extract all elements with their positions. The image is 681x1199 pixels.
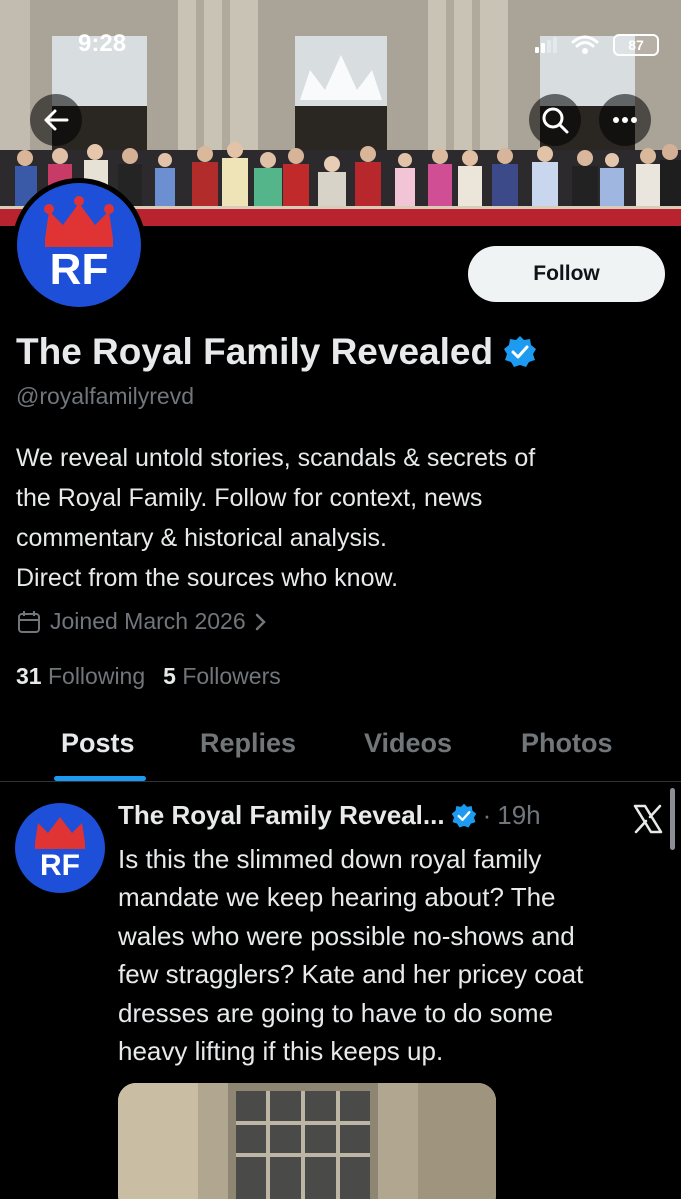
search-icon bbox=[542, 107, 569, 134]
avatar-text: RF bbox=[49, 245, 109, 294]
profile-handle: @royalfamilyrevd bbox=[16, 383, 195, 409]
followers-link[interactable]: 5 Followers bbox=[163, 663, 281, 690]
scrollbar[interactable] bbox=[670, 788, 675, 850]
bio-line: the Royal Family. Follow for context, ne… bbox=[16, 484, 483, 512]
joined-text: Joined March 2026 bbox=[50, 608, 246, 634]
search-button[interactable] bbox=[529, 94, 581, 146]
post-time[interactable]: 19h bbox=[497, 800, 540, 831]
post-text-line: wales who were possible no-shows and bbox=[118, 920, 575, 951]
back-button[interactable] bbox=[30, 94, 82, 146]
post-media-image[interactable] bbox=[118, 1083, 496, 1199]
x-logo-icon[interactable] bbox=[632, 803, 664, 835]
active-tab-indicator bbox=[54, 776, 146, 781]
verified-badge-icon[interactable] bbox=[503, 335, 537, 369]
wifi-icon bbox=[571, 35, 599, 54]
tab-videos[interactable]: Videos bbox=[364, 728, 452, 759]
post-text-line: mandate we keep hearing about? The bbox=[118, 882, 556, 913]
battery-icon: 87 bbox=[613, 34, 659, 56]
post-avatar-text: RF bbox=[40, 849, 80, 882]
post-text: Is this the slimmed down royal family ma… bbox=[118, 840, 658, 1070]
post-text-line: heavy lifting if this keeps up. bbox=[118, 1036, 444, 1067]
post-author[interactable]: The Royal Family Reveal... bbox=[118, 800, 445, 831]
display-name: The Royal Family Revealed bbox=[16, 331, 537, 373]
post-avatar[interactable]: RF bbox=[15, 803, 105, 893]
followers-label: Followers bbox=[182, 663, 281, 689]
verified-badge-icon bbox=[451, 803, 476, 827]
following-link[interactable]: 31 Following bbox=[16, 663, 145, 690]
more-icon bbox=[613, 117, 637, 123]
display-name-text: The Royal Family Revealed bbox=[16, 331, 494, 372]
profile-avatar[interactable]: RF bbox=[12, 178, 146, 312]
follow-stats: 31 Following 5 Followers bbox=[16, 663, 281, 690]
profile-bio: We reveal untold stories, scandals & sec… bbox=[16, 438, 656, 598]
back-arrow-icon bbox=[44, 109, 69, 131]
tab-posts[interactable]: Posts bbox=[61, 728, 135, 759]
profile-tabs: Posts Replies Videos Photos bbox=[0, 718, 681, 782]
chevron-right-icon bbox=[255, 613, 266, 630]
more-button[interactable] bbox=[599, 94, 651, 146]
post-separator: · bbox=[482, 800, 492, 830]
status-icons: 87 bbox=[535, 34, 659, 56]
follow-button[interactable]: Follow bbox=[468, 246, 665, 302]
tab-photos[interactable]: Photos bbox=[521, 728, 613, 759]
post-text-line: dresses are going to have to do some bbox=[118, 997, 554, 1028]
bio-line: commentary & historical analysis. bbox=[16, 524, 387, 552]
bio-line: Direct from the sources who know. bbox=[16, 564, 399, 592]
bio-line: We reveal untold stories, scandals & sec… bbox=[16, 444, 536, 472]
post-media-picture bbox=[118, 1083, 496, 1199]
post-header: The Royal Family Reveal... · 19h bbox=[118, 800, 541, 831]
status-time: 9:28 bbox=[78, 30, 127, 57]
post-text-line: Is this the slimmed down royal family bbox=[118, 844, 542, 874]
following-label: Following bbox=[47, 663, 146, 689]
following-count: 31 bbox=[16, 663, 42, 689]
calendar-icon bbox=[18, 610, 40, 633]
joined-date-link[interactable]: Joined March 2026 bbox=[16, 608, 268, 635]
signal-icon bbox=[535, 37, 557, 53]
tab-replies[interactable]: Replies bbox=[200, 728, 296, 759]
post-text-line: few stragglers? Kate and her pricey coat bbox=[118, 959, 584, 990]
followers-count: 5 bbox=[163, 663, 176, 689]
